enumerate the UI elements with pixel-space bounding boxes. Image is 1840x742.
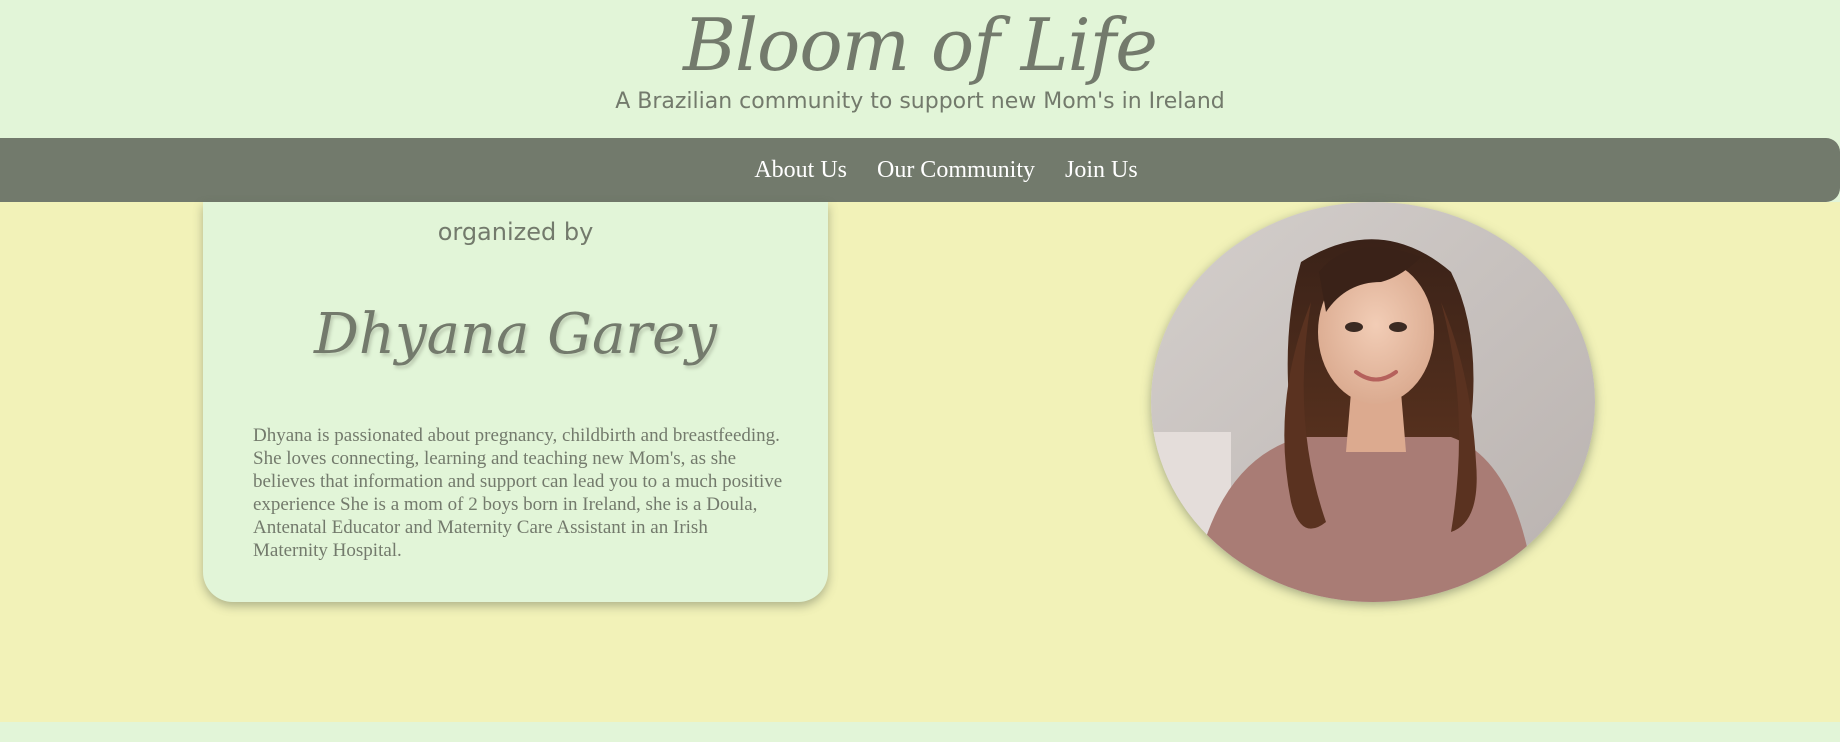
site-title: Bloom of Life (683, 3, 1158, 87)
nav-link-our-community[interactable]: Our Community (877, 157, 1035, 184)
main-nav: About Us Our Community Join Us (0, 138, 1840, 202)
main-content: organized by Dhyana Garey Dhyana is pass… (0, 202, 1840, 722)
site-subtitle: A Brazilian community to support new Mom… (615, 89, 1225, 114)
organizer-name: Dhyana Garey (314, 302, 717, 367)
organized-by-label: organized by (437, 218, 594, 246)
site-footer (0, 722, 1840, 742)
nav-link-about-us[interactable]: About Us (754, 157, 847, 184)
nav-link-join-us[interactable]: Join Us (1065, 157, 1138, 184)
organizer-bio: Dhyana is passionated about pregnancy, c… (253, 425, 783, 561)
site-header: Bloom of Life A Brazilian community to s… (0, 0, 1840, 138)
organizer-portrait-image (1151, 202, 1595, 602)
organizer-card: organized by Dhyana Garey Dhyana is pass… (203, 202, 828, 602)
